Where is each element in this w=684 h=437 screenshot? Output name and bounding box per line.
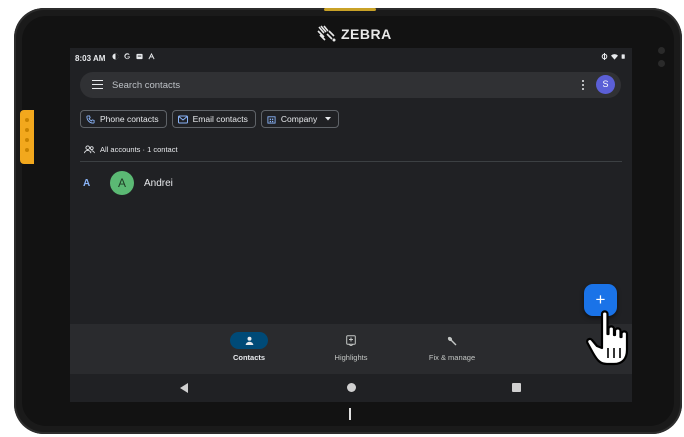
battery-icon [621, 54, 625, 59]
hand-pointer-cursor-icon [586, 310, 629, 366]
company-label: Company [280, 114, 318, 124]
nav-fix-manage-pill [433, 332, 471, 349]
wifi-icon [611, 54, 618, 60]
search-bar[interactable]: S [80, 72, 621, 98]
system-navigation-bar [70, 374, 632, 402]
front-camera [658, 47, 665, 54]
highlights-icon [346, 335, 356, 346]
wrench-icon [447, 336, 457, 345]
side-scan-button[interactable] [20, 110, 34, 164]
contact-avatar: A [110, 171, 134, 195]
logo-text: ZEBRA [341, 26, 392, 42]
phone-icon [86, 114, 95, 124]
nav-fix-manage-label: Fix & manage [428, 353, 476, 362]
search-input[interactable] [112, 78, 532, 92]
phone-contacts-chip[interactable]: Phone contacts [80, 110, 167, 128]
contact-name: Andrei [144, 177, 173, 189]
vpn-icon [112, 53, 119, 60]
section-header-letter: A [83, 178, 91, 189]
account-avatar[interactable]: S [596, 75, 615, 94]
nav-fix-manage[interactable]: Fix & manage [412, 332, 492, 362]
back-icon[interactable] [180, 383, 188, 393]
menu-icon[interactable] [92, 80, 103, 90]
zebra-logo: ZEBRA [316, 24, 392, 44]
zebra-head-icon [317, 25, 336, 42]
nav-highlights-label: Highlights [334, 353, 368, 362]
nav-contacts[interactable]: Contacts [209, 332, 289, 362]
contact-list-item[interactable]: A Andrei [110, 171, 173, 195]
status-bar: 8:03 AM [70, 48, 632, 68]
sensor [658, 60, 665, 67]
bottom-navigation: Contacts Highlights Fix & manage [70, 324, 632, 374]
divider [80, 161, 622, 162]
recents-icon[interactable] [512, 383, 521, 392]
email-contacts-chip[interactable]: Email contacts [171, 110, 256, 128]
status-icons-right [601, 53, 626, 60]
top-accent-strip [324, 8, 376, 11]
nav-contacts-pill [230, 332, 268, 349]
nav-contacts-label: Contacts [232, 353, 266, 362]
chevron-down-icon [325, 117, 332, 121]
more-options-icon[interactable] [581, 80, 585, 91]
google-icon [124, 53, 131, 60]
status-icons-left [112, 53, 155, 60]
email-icon [177, 115, 188, 123]
notification-icon [136, 53, 143, 60]
filter-chips: Phone contacts Email contacts Company [80, 110, 340, 128]
sync-icon [601, 53, 608, 60]
cast-icon [148, 53, 155, 60]
home-icon[interactable] [347, 383, 356, 392]
nav-highlights[interactable]: Highlights [311, 332, 391, 362]
status-time: 8:03 AM [75, 54, 106, 63]
bottom-marker [349, 408, 351, 420]
company-chip[interactable]: Company [260, 110, 340, 128]
nav-highlights-pill [332, 332, 370, 349]
accounts-label: All accounts · 1 contact [100, 145, 178, 154]
phone-contacts-label: Phone contacts [100, 114, 159, 124]
accounts-icon [84, 145, 95, 154]
person-icon [245, 336, 253, 345]
company-icon [267, 115, 276, 124]
email-contacts-label: Email contacts [192, 114, 248, 124]
contacts-app-screen: 8:03 AM S Phone contacts Email contacts [70, 48, 632, 402]
accounts-selector[interactable]: All accounts · 1 contact [84, 145, 178, 154]
